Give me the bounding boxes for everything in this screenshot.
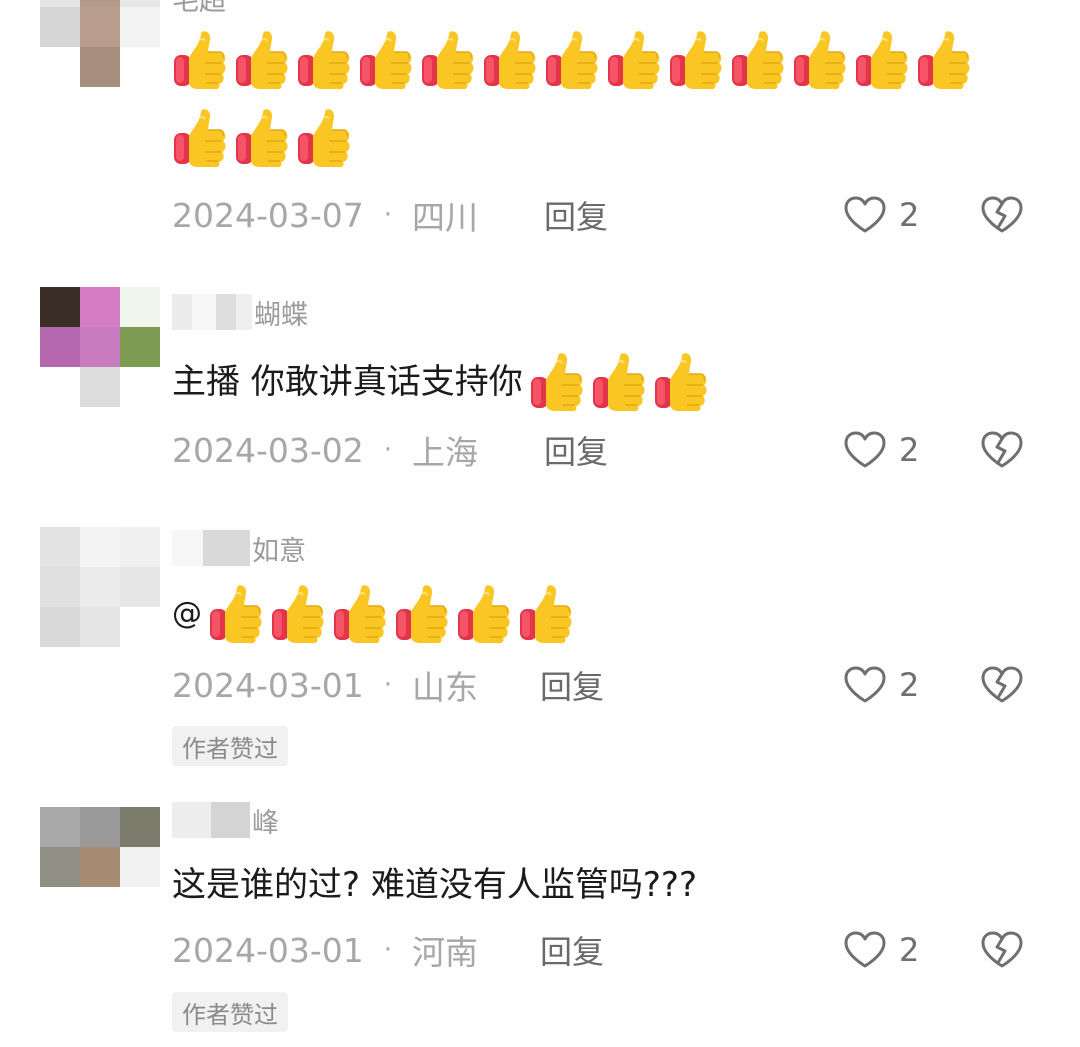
username-text: 如意 bbox=[252, 535, 306, 567]
comment-text: @ bbox=[172, 584, 574, 644]
username-text: 蝴蝶 bbox=[254, 299, 308, 331]
username[interactable]: 峰 bbox=[172, 800, 279, 840]
like-count: 2 bbox=[899, 196, 920, 234]
comment-text: 主播 你敢讲真话支持你 bbox=[172, 352, 709, 412]
dislike-button[interactable] bbox=[980, 663, 1024, 707]
avatar[interactable] bbox=[40, 527, 160, 647]
username[interactable]: 蝴蝶 bbox=[172, 292, 308, 332]
reply-button[interactable]: 回复 bbox=[544, 427, 608, 473]
like-count: 2 bbox=[899, 431, 920, 469]
dislike-button[interactable] bbox=[980, 428, 1024, 472]
thumbs-up-icon bbox=[518, 584, 574, 644]
thumbs-up-icon bbox=[234, 30, 290, 90]
heart-icon bbox=[843, 930, 887, 970]
comment-date: 2024-03-07 bbox=[172, 195, 364, 235]
like-button[interactable]: 2 bbox=[843, 428, 919, 472]
thumbs-up-icon bbox=[234, 108, 290, 168]
thumbs-up-icon bbox=[394, 584, 450, 644]
reply-button[interactable]: 回复 bbox=[540, 662, 604, 708]
heart-icon bbox=[843, 665, 887, 705]
thumbs-up-icon bbox=[296, 30, 352, 90]
thumbs-up-icon bbox=[792, 30, 848, 90]
thumbs-up-icon bbox=[591, 352, 647, 412]
username[interactable]: 如意 bbox=[172, 528, 306, 568]
broken-heart-icon bbox=[980, 430, 1024, 470]
comment-date: 2024-03-01 bbox=[172, 930, 364, 970]
username-text: 峰 bbox=[252, 807, 279, 839]
comment-location: 河南 bbox=[412, 933, 479, 972]
comment-meta: 2024-03-07 · 四川 回复 bbox=[172, 193, 608, 238]
like-count: 2 bbox=[899, 931, 920, 969]
like-button[interactable]: 2 bbox=[843, 928, 919, 972]
username-mosaic bbox=[172, 802, 250, 838]
thumbs-up-icon bbox=[529, 352, 585, 412]
broken-heart-icon bbox=[980, 665, 1024, 705]
broken-heart-icon bbox=[980, 195, 1024, 235]
comment-text-content: @ bbox=[172, 596, 202, 631]
comment-text-content: 主播 你敢讲真话支持你 bbox=[172, 362, 523, 402]
dislike-button[interactable] bbox=[980, 928, 1024, 972]
like-count: 2 bbox=[899, 666, 920, 704]
author-liked-badge: 作者赞过 bbox=[172, 992, 288, 1032]
thumbs-up-icon bbox=[653, 352, 709, 412]
reply-button[interactable]: 回复 bbox=[540, 927, 604, 973]
avatar[interactable] bbox=[40, 0, 160, 87]
username[interactable]: 毛超 bbox=[172, 0, 226, 18]
comment-item: 毛超 2024-03-07 · 四川 回复 2 bbox=[0, 0, 1080, 270]
heart-icon bbox=[843, 430, 887, 470]
thumbs-up-icon bbox=[270, 584, 326, 644]
thumbs-up-icon bbox=[332, 584, 388, 644]
thumbs-up-icon bbox=[208, 584, 264, 644]
comment-meta: 2024-03-01 · 河南 回复 bbox=[172, 928, 604, 973]
avatar[interactable] bbox=[40, 287, 160, 407]
like-button[interactable]: 2 bbox=[843, 193, 919, 237]
comment-date: 2024-03-02 bbox=[172, 430, 364, 470]
author-liked-badge: 作者赞过 bbox=[172, 726, 288, 766]
username-mosaic bbox=[172, 530, 250, 566]
thumbs-up-icon bbox=[606, 30, 662, 90]
thumbs-up-icon bbox=[456, 584, 512, 644]
thumbs-up-icon bbox=[358, 30, 414, 90]
username-mosaic bbox=[172, 294, 252, 330]
comment-text: 这是谁的过? 难道没有人监管吗??? bbox=[172, 865, 697, 905]
comment-location: 上海 bbox=[412, 433, 479, 472]
dislike-button[interactable] bbox=[980, 193, 1024, 237]
broken-heart-icon bbox=[980, 930, 1024, 970]
comment-meta: 2024-03-02 · 上海 回复 bbox=[172, 428, 608, 473]
thumbs-up-icon bbox=[544, 30, 600, 90]
like-button[interactable]: 2 bbox=[843, 663, 919, 707]
thumbs-up-icon bbox=[482, 30, 538, 90]
thumbs-up-icon bbox=[172, 108, 228, 168]
comment-location: 山东 bbox=[412, 668, 479, 707]
avatar[interactable] bbox=[40, 807, 160, 927]
username-text: 毛超 bbox=[172, 0, 226, 17]
thumbs-up-icon bbox=[730, 30, 786, 90]
emoji-row bbox=[172, 30, 992, 168]
comment-meta: 2024-03-01 · 山东 回复 bbox=[172, 663, 604, 708]
thumbs-up-icon bbox=[916, 30, 972, 90]
comment-date: 2024-03-01 bbox=[172, 665, 364, 705]
reply-button[interactable]: 回复 bbox=[544, 192, 608, 238]
thumbs-up-icon bbox=[854, 30, 910, 90]
comment-location: 四川 bbox=[412, 198, 479, 237]
thumbs-up-icon bbox=[296, 108, 352, 168]
heart-icon bbox=[843, 195, 887, 235]
thumbs-up-icon bbox=[668, 30, 724, 90]
thumbs-up-icon bbox=[172, 30, 228, 90]
comment-list: 毛超 2024-03-07 · 四川 回复 2 蝴蝶 主播 你敢讲真话支持你 2… bbox=[0, 0, 1080, 1047]
thumbs-up-icon bbox=[420, 30, 476, 90]
